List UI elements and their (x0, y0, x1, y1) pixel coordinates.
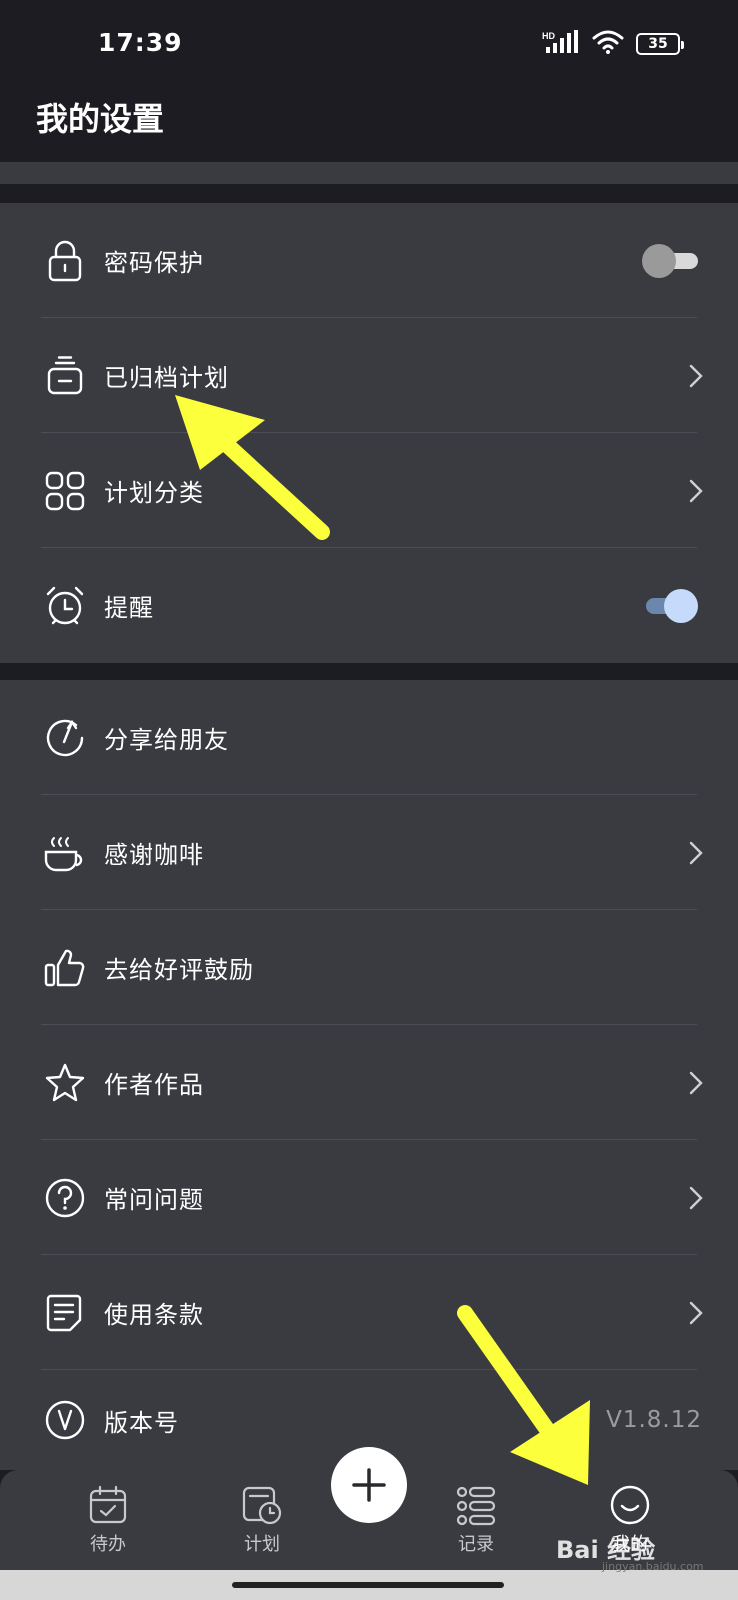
row-label: 版本号 (104, 1408, 179, 1437)
status-icons: HD 35 (542, 30, 684, 58)
row-label: 密码保护 (104, 249, 204, 277)
row-label: 作者作品 (104, 1071, 204, 1099)
tab-plan[interactable]: 计划 (222, 1484, 302, 1556)
row-label: 提醒 (104, 594, 154, 622)
grid-icon (44, 470, 86, 512)
row-label: 去给好评鼓励 (104, 956, 254, 984)
version-value: V1.8.12 (606, 1407, 702, 1433)
row-label: 分享给朋友 (104, 726, 229, 754)
calendar-check-icon (89, 1485, 127, 1524)
toggle-knob (642, 243, 676, 278)
toggle-knob (664, 588, 698, 623)
row-label: 感谢咖啡 (104, 841, 204, 869)
row-password-protection[interactable]: 密码保护 (0, 203, 738, 318)
wifi-icon (592, 30, 624, 58)
version-icon (44, 1399, 86, 1441)
tab-label: 记录 (458, 1534, 494, 1555)
row-author-works[interactable]: 作者作品 (0, 1025, 738, 1140)
home-indicator[interactable] (232, 1582, 504, 1588)
watermark-url: jingyan.baidu.com (602, 1560, 704, 1573)
star-icon (44, 1062, 86, 1104)
row-coffee[interactable]: 感谢咖啡 (0, 795, 738, 910)
chevron-right-icon (688, 478, 704, 504)
chevron-right-icon (688, 1070, 704, 1096)
plus-icon (352, 1468, 386, 1502)
row-archived-plans[interactable]: 已归档计划 (0, 318, 738, 433)
header-divider (0, 162, 738, 184)
add-button[interactable] (331, 1447, 407, 1523)
chevron-right-icon (688, 840, 704, 866)
reminder-toggle[interactable] (642, 588, 698, 623)
tab-label: 待办 (90, 1534, 126, 1555)
battery-indicator: 35 (636, 33, 684, 55)
row-reminder[interactable]: 提醒 (0, 548, 738, 663)
row-label: 使用条款 (104, 1301, 204, 1329)
chevron-right-icon (688, 1185, 704, 1211)
coffee-icon (44, 832, 86, 874)
settings-section-1: 密码保护 已归档计划 计划分类 提醒 (0, 203, 738, 663)
row-plan-categories[interactable]: 计划分类 (0, 433, 738, 548)
document-icon (44, 1292, 86, 1334)
row-rate-app[interactable]: 去给好评鼓励 (0, 910, 738, 1025)
chevron-right-icon (688, 1300, 704, 1326)
record-list-icon (456, 1486, 496, 1526)
row-terms[interactable]: 使用条款 (0, 1255, 738, 1370)
row-label: 已归档计划 (104, 364, 229, 392)
smile-face-icon (610, 1485, 650, 1525)
signal-icon: HD (542, 30, 580, 58)
page-title: 我的设置 (36, 100, 165, 138)
status-bar: 17:39 HD 35 (0, 0, 738, 88)
row-label: 常问问题 (104, 1186, 204, 1214)
tab-records[interactable]: 记录 (436, 1484, 516, 1556)
plan-clock-icon (242, 1486, 282, 1525)
chevron-right-icon (688, 363, 704, 389)
password-toggle[interactable] (642, 243, 698, 278)
tab-todo[interactable]: 待办 (68, 1484, 148, 1556)
settings-section-2: 分享给朋友 感谢咖啡 去给好评鼓励 作者作品 常问问题 使用条款 版本号 V1.… (0, 680, 738, 1470)
status-time: 17:39 (98, 28, 183, 57)
alarm-clock-icon (44, 585, 86, 627)
share-icon (44, 717, 86, 759)
thumbs-up-icon (44, 947, 86, 989)
tab-label: 计划 (244, 1534, 280, 1555)
lock-icon (44, 240, 86, 282)
row-faq[interactable]: 常问问题 (0, 1140, 738, 1255)
question-icon (44, 1177, 86, 1219)
archive-icon (44, 355, 86, 397)
row-label: 计划分类 (104, 479, 204, 507)
row-share[interactable]: 分享给朋友 (0, 680, 738, 795)
network-type: HD (542, 31, 555, 41)
